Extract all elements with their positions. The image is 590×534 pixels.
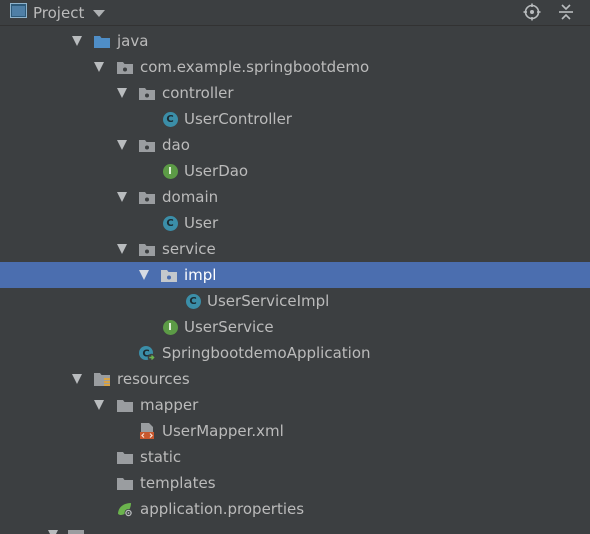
tree-node-impl[interactable]: impl <box>0 262 590 288</box>
folder-icon <box>116 448 134 466</box>
interface-badge: I <box>162 319 178 335</box>
tree-node-usercontroller[interactable]: C UserController <box>0 106 590 132</box>
tree-node-domain[interactable]: domain <box>0 184 590 210</box>
tree-node-java[interactable]: java <box>0 28 590 54</box>
source-folder-icon <box>93 32 111 50</box>
locate-target-icon[interactable] <box>522 2 542 22</box>
class-icon: C <box>161 214 179 232</box>
spring-properties-icon <box>116 500 134 518</box>
tree-node-label: dao <box>162 136 190 154</box>
expand-arrow-icon[interactable] <box>117 88 127 98</box>
expand-arrow-icon[interactable] <box>94 62 104 72</box>
tree-node-controller[interactable]: controller <box>0 80 590 106</box>
tree-node-label: resources <box>117 370 190 388</box>
spring-boot-class-icon: C <box>138 344 156 362</box>
tree-node-userdao[interactable]: I UserDao <box>0 158 590 184</box>
expand-arrow-icon[interactable] <box>117 140 127 150</box>
tree-node-label: UserServiceImpl <box>207 292 330 310</box>
tree-node-label: UserService <box>184 318 274 336</box>
tree-node-label: UserMapper.xml <box>162 422 284 440</box>
class-badge: C <box>162 215 178 231</box>
collapse-all-icon[interactable] <box>556 2 576 22</box>
toolwindow-title: Project <box>33 3 85 22</box>
tree-node-label: com.example.springbootdemo <box>140 58 370 76</box>
tree-node-usermapper-xml[interactable]: UserMapper.xml <box>0 418 590 444</box>
package-icon <box>138 240 156 258</box>
tree-node-label: java <box>117 32 149 50</box>
interface-badge: I <box>162 163 178 179</box>
tree-node-label: UserController <box>184 110 292 128</box>
next-row-partial <box>0 530 590 534</box>
folder-icon <box>116 474 134 492</box>
expand-arrow-icon[interactable] <box>117 192 127 202</box>
package-icon <box>160 266 178 284</box>
package-icon <box>138 136 156 154</box>
package-icon <box>138 84 156 102</box>
tree-node-label: application.properties <box>140 500 305 518</box>
tree-node-label: service <box>162 240 216 258</box>
tree-node-label: UserDao <box>184 162 249 180</box>
interface-icon: I <box>161 162 179 180</box>
tree-node-label: User <box>184 214 219 232</box>
tree-node-label: templates <box>140 474 216 492</box>
tree-node-dao[interactable]: dao <box>0 132 590 158</box>
project-toolwindow-header: Project <box>0 0 590 26</box>
expand-arrow-icon[interactable] <box>139 270 149 280</box>
class-icon: C <box>184 292 202 310</box>
expand-arrow-icon[interactable] <box>94 400 104 410</box>
tree-node-resources[interactable]: resources <box>0 366 590 392</box>
project-view-selector[interactable]: Project <box>10 0 106 25</box>
tree-node-application-properties[interactable]: application.properties <box>0 496 590 522</box>
interface-icon: I <box>161 318 179 336</box>
xml-file-icon <box>138 422 156 440</box>
expand-arrow-icon[interactable] <box>117 244 127 254</box>
resources-folder-icon <box>93 370 111 388</box>
tree-node-springbootdemoapplication[interactable]: C SpringbootdemoApplication <box>0 340 590 366</box>
tree-node-label: static <box>140 448 182 466</box>
tree-node-service[interactable]: service <box>0 236 590 262</box>
tree-node-label: SpringbootdemoApplication <box>162 344 371 362</box>
tree-node-static[interactable]: static <box>0 444 590 470</box>
expand-arrow-icon[interactable] <box>72 36 82 46</box>
class-icon: C <box>161 110 179 128</box>
class-badge: C <box>162 111 178 127</box>
expand-arrow-icon[interactable] <box>72 374 82 384</box>
class-badge: C <box>185 293 201 309</box>
package-icon <box>116 58 134 76</box>
project-window-icon <box>10 3 27 22</box>
chevron-down-icon[interactable] <box>93 10 106 17</box>
package-icon <box>138 188 156 206</box>
tree-node-label: controller <box>162 84 234 102</box>
tree-node-templates[interactable]: templates <box>0 470 590 496</box>
folder-icon <box>116 396 134 414</box>
tree-node-package[interactable]: com.example.springbootdemo <box>0 54 590 80</box>
tree-node-mapper[interactable]: mapper <box>0 392 590 418</box>
tree-node-userserviceimpl[interactable]: C UserServiceImpl <box>0 288 590 314</box>
tree-node-userservice[interactable]: I UserService <box>0 314 590 340</box>
tree-node-label: impl <box>184 266 217 284</box>
tree-node-label: domain <box>162 188 219 206</box>
tree-node-label: mapper <box>140 396 199 414</box>
tree-node-user[interactable]: C User <box>0 210 590 236</box>
